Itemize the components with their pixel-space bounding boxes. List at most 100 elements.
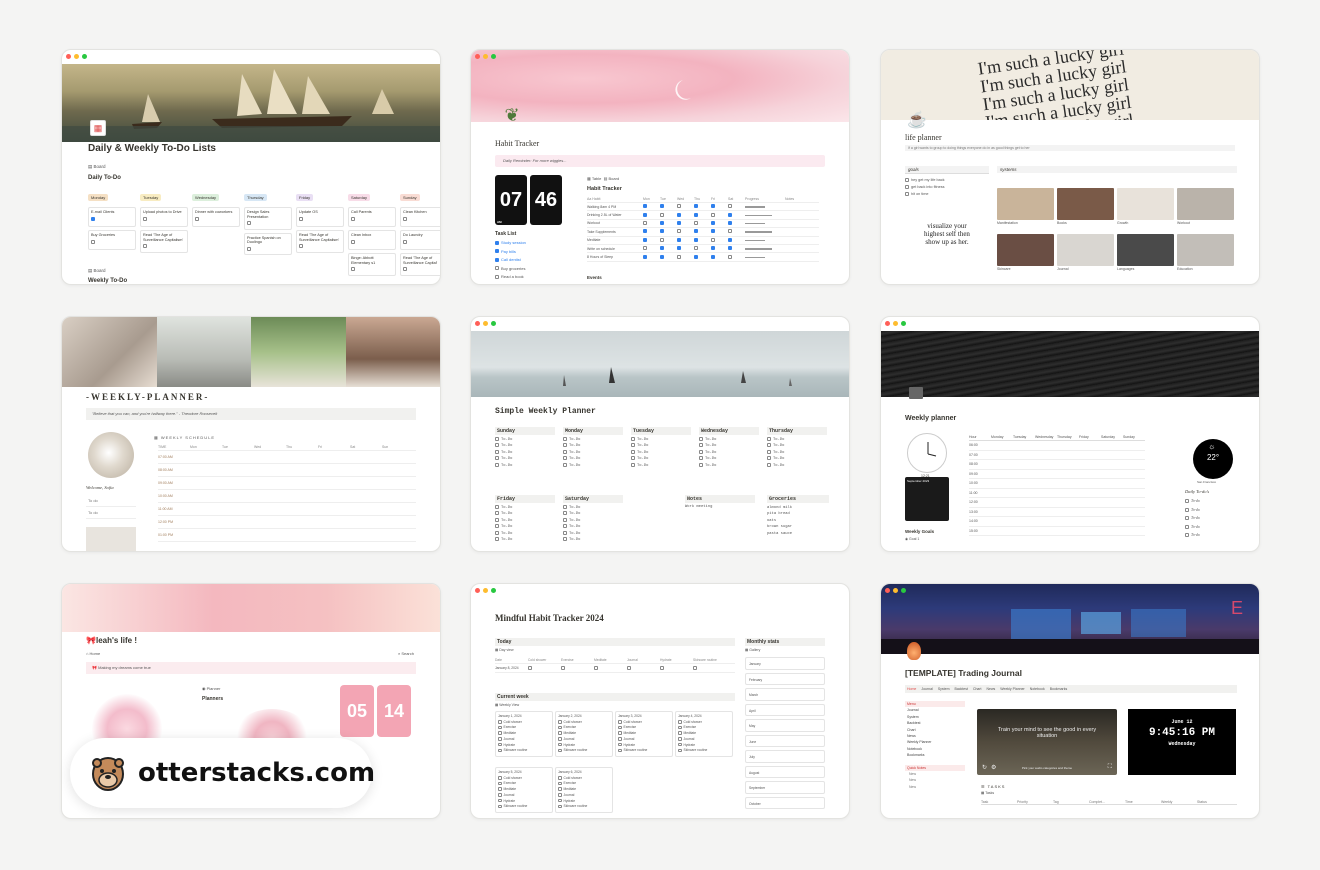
nav-search[interactable]: ⌕ Search (398, 651, 414, 656)
checkbox[interactable] (694, 220, 698, 225)
checked-checkbox[interactable] (677, 246, 681, 251)
checkbox[interactable] (711, 212, 715, 217)
checkbox[interactable] (618, 725, 622, 730)
checkbox[interactable] (631, 443, 635, 448)
checkbox[interactable] (660, 237, 664, 242)
view-tab-board[interactable]: ▤ Board (88, 164, 106, 170)
checked-checkbox[interactable] (694, 212, 698, 217)
checkbox[interactable] (767, 443, 771, 448)
habit-row[interactable]: Drinking 2.5L of Water (587, 211, 819, 220)
todo-card[interactable]: Buy Groceries (88, 230, 136, 250)
gallery-card[interactable]: Workout (1177, 188, 1234, 225)
checked-checkbox[interactable] (711, 246, 715, 251)
checkbox[interactable] (627, 665, 631, 670)
task-item[interactable]: Call dentist (495, 256, 526, 265)
todo-item[interactable]: To-Do (631, 462, 691, 469)
habit-row[interactable]: Take Supplements (587, 228, 819, 237)
checked-checkbox[interactable] (643, 212, 647, 217)
checked-checkbox[interactable] (694, 229, 698, 234)
day-card[interactable]: January 6, 2024 Cold shower Exercise Medita… (555, 767, 613, 813)
todo-card[interactable]: Dinner with coworkers (192, 207, 240, 227)
nav-tab[interactable]: News (987, 687, 996, 691)
checkbox[interactable] (631, 456, 635, 461)
gallery-card[interactable]: Books (1057, 188, 1114, 225)
checkbox[interactable] (643, 246, 647, 251)
note-item[interactable]: Work meeting (685, 505, 755, 509)
checkbox[interactable] (699, 456, 703, 461)
checkbox[interactable] (498, 787, 502, 791)
todo-card[interactable]: Practice Spanish on Duolingo (244, 232, 292, 255)
checkbox[interactable] (699, 443, 703, 448)
month-card[interactable]: January (745, 657, 825, 670)
checked-checkbox[interactable] (711, 254, 715, 259)
checkbox[interactable] (495, 266, 499, 271)
checkbox[interactable] (403, 267, 407, 271)
checkbox[interactable] (618, 720, 622, 724)
checked-checkbox[interactable] (495, 257, 499, 262)
nav-tab[interactable]: Journal (921, 687, 932, 691)
todo-item[interactable]: To-Do (495, 462, 555, 469)
habit-row[interactable]: Write on schedule (587, 245, 819, 254)
checked-checkbox[interactable] (694, 237, 698, 242)
habit-row[interactable]: Workout (587, 220, 819, 229)
checkbox[interactable] (563, 456, 567, 461)
checkbox[interactable] (563, 443, 567, 448)
checkbox[interactable] (351, 216, 355, 221)
checkbox[interactable] (767, 437, 771, 441)
checkbox[interactable] (495, 517, 499, 522)
checked-checkbox[interactable] (643, 204, 647, 209)
goal-item[interactable]: hit on time (905, 191, 945, 198)
template-card-simple-weekly-planner[interactable]: Simple Weekly Planner Sunday To-Do To-Do To… (470, 316, 850, 552)
checkbox[interactable] (498, 748, 502, 753)
checked-checkbox[interactable] (495, 240, 499, 245)
month-card[interactable]: March (745, 688, 825, 701)
checkbox[interactable] (678, 720, 682, 724)
checked-checkbox[interactable] (495, 249, 499, 254)
checked-checkbox[interactable] (728, 212, 732, 217)
habit-row[interactable]: 8 Hours of Sleep (587, 253, 819, 262)
tab-board[interactable]: Board (609, 176, 620, 181)
checkbox[interactable] (528, 665, 532, 670)
checkbox[interactable] (91, 216, 95, 221)
month-card[interactable]: August (745, 765, 825, 778)
template-card-habit-tracker[interactable]: ❦ Habit Tracker Daily Reminder: For more… (470, 49, 850, 285)
checkbox[interactable] (767, 456, 771, 461)
template-card-daily-weekly-todo[interactable]: ▦ Daily & Weekly To-Do Lists ▤ Board Dai… (61, 49, 441, 285)
template-card-trading-journal[interactable]: E [TEMPLATE] Trading Journal Home Journal… (880, 583, 1260, 819)
checkbox[interactable] (618, 737, 622, 741)
tasks-table-tab[interactable]: ▦ Tasks (981, 791, 994, 795)
todo-card[interactable]: Upload photos to Drive (140, 207, 188, 227)
checkbox[interactable] (498, 737, 502, 741)
checkbox[interactable] (711, 237, 715, 242)
checkbox[interactable] (905, 192, 909, 196)
checkbox[interactable] (563, 537, 567, 542)
todo-item[interactable]: To-Do (563, 537, 623, 543)
checked-checkbox[interactable] (711, 229, 715, 234)
todo-card[interactable]: E-mail Clients (88, 207, 136, 227)
checkbox[interactable] (498, 725, 502, 730)
todo-card[interactable]: Call Parents (348, 207, 396, 227)
todo-card[interactable]: Read 'The Age of Surveillance Capitalism… (296, 230, 344, 253)
todo-item[interactable]: To-Do (699, 462, 759, 469)
checked-checkbox[interactable] (660, 254, 664, 259)
checkbox[interactable] (403, 216, 407, 221)
checkbox[interactable] (495, 449, 499, 454)
checkbox[interactable] (1185, 499, 1189, 504)
checkbox[interactable] (351, 239, 355, 244)
checkbox[interactable] (563, 437, 567, 441)
template-card-life-planner[interactable]: I'm such a lucky girl I'm such a lucky g… (880, 49, 1260, 285)
checkbox[interactable] (693, 665, 697, 670)
task-item[interactable]: Read a book (495, 273, 526, 282)
checkbox[interactable] (1185, 533, 1189, 538)
month-card[interactable]: June (745, 734, 825, 747)
habit-check[interactable]: Skincare routine (678, 748, 730, 754)
gallery-card[interactable]: Education (1177, 234, 1234, 271)
gallery-card[interactable]: Languages (1117, 234, 1174, 271)
checked-checkbox[interactable] (728, 246, 732, 251)
gallery-card[interactable]: Skincare (997, 234, 1054, 271)
goal-item[interactable]: hey get my life back (905, 177, 945, 184)
todo-card[interactable]: Design Sales Presentation (244, 207, 292, 230)
checkbox[interactable] (678, 742, 682, 747)
todo-card[interactable]: Update OS (296, 207, 344, 227)
checkbox[interactable] (905, 185, 909, 189)
